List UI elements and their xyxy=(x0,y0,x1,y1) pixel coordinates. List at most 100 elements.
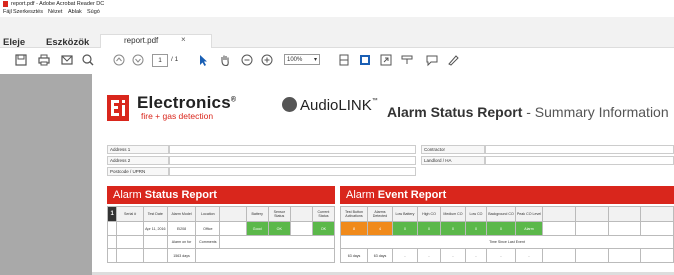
cell-event-days: - xyxy=(486,248,516,263)
cell-event-days: - xyxy=(392,248,418,263)
col-header: Serial # xyxy=(116,206,144,222)
toolbar xyxy=(0,48,674,75)
cell-event-value: 0 xyxy=(486,221,516,236)
zoom-value: 100% xyxy=(287,57,303,63)
select-cursor-icon[interactable] xyxy=(196,53,210,67)
page-down-icon[interactable] xyxy=(131,53,145,67)
audiolink-icon xyxy=(282,97,297,112)
cell-alarm-on-for: Alarm on for xyxy=(166,235,197,249)
col-header: Location xyxy=(195,206,221,222)
info-value-contractor xyxy=(485,145,674,154)
title-bar: report.pdf - Adobe Acrobat Reader DC xyxy=(0,0,674,8)
menu-bar: Fájl Szerkesztés Nézet Ablak Súgó xyxy=(0,8,674,17)
col-header: Low CO xyxy=(465,206,487,222)
cell-battery: Good xyxy=(245,221,269,236)
chevron-down-icon: ▾ xyxy=(313,57,317,63)
cell-event-days: - xyxy=(515,248,543,263)
cell-event-value: 8 xyxy=(340,221,368,236)
hand-tool-icon[interactable] xyxy=(218,53,232,67)
info-label-address1: Address 1 xyxy=(107,145,169,154)
info-label-address2: Address 2 xyxy=(107,156,169,165)
tab-close-icon[interactable]: × xyxy=(181,35,186,44)
cell-event-days: 63 days xyxy=(340,248,368,263)
col-header: Test Button Activations xyxy=(340,206,368,222)
cell-event-days: - xyxy=(440,248,466,263)
alarm-event-table: Test Button Activations Alarms Detected … xyxy=(340,206,674,263)
col-header: Current Status xyxy=(311,206,336,222)
col-header: Sensor Status xyxy=(267,206,291,222)
acrobat-app-icon xyxy=(3,1,8,7)
print-icon[interactable] xyxy=(37,53,51,67)
table-row: 1563 days xyxy=(106,248,335,263)
brand-tagline: fire + gas detection xyxy=(141,111,214,121)
info-label-contractor: Contractor xyxy=(421,145,485,154)
col-header: Medium CO xyxy=(440,206,466,222)
table-header-row: 1 Serial # Test Date Alarm Model Locatio… xyxy=(106,206,336,222)
info-label-landlord: Landlord / HA xyxy=(421,156,485,165)
menu-edit[interactable]: Szerkesztés xyxy=(13,8,43,17)
tab-tools[interactable]: Eszközök xyxy=(46,37,89,48)
menu-file[interactable]: Fájl xyxy=(3,8,12,17)
comment-icon[interactable] xyxy=(425,53,439,67)
cell-location: Office xyxy=(195,221,221,236)
cell-event-value: 0 xyxy=(392,221,418,236)
cell-event-value: 0 xyxy=(440,221,466,236)
info-value-landlord xyxy=(485,156,674,165)
cell-test-date: Apr 11, 2016 xyxy=(142,221,168,236)
table-row: 8 4 0 0 0 0 0 Alarm xyxy=(340,221,674,236)
page-number-input[interactable]: 1 xyxy=(152,54,168,67)
col-header: Test Date xyxy=(142,206,168,222)
tab-document-label: report.pdf xyxy=(124,36,159,45)
table-row: Time Since Last Event xyxy=(340,235,674,249)
menu-window[interactable]: Ablak xyxy=(68,8,82,17)
cell-comments: Comments xyxy=(195,235,221,249)
search-icon[interactable] xyxy=(81,53,95,67)
tab-document[interactable]: report.pdf × xyxy=(100,34,212,48)
cell-days: 1563 days xyxy=(166,248,197,263)
alarm-status-table: 1 Serial # Test Date Alarm Model Locatio… xyxy=(106,206,336,263)
cell-event-value: Alarm xyxy=(515,221,543,236)
col-header: Low Battery xyxy=(392,206,418,222)
fullscreen-icon[interactable] xyxy=(379,53,393,67)
menu-help[interactable]: Súgó xyxy=(87,8,100,17)
col-header: Background CO xyxy=(486,206,516,222)
cell-event-days: - xyxy=(465,248,487,263)
cell-time-since: Time Since Last Event xyxy=(340,235,674,249)
stamp-icon[interactable] xyxy=(400,53,414,67)
cell-event-value: 0 xyxy=(417,221,441,236)
info-value-address1 xyxy=(169,145,416,154)
table-row: 63 days 63 days - - - - - - xyxy=(340,248,674,263)
zoom-out-icon[interactable] xyxy=(240,53,254,67)
page-count: / 1 xyxy=(171,56,179,63)
table-header-row: Test Button Activations Alarms Detected … xyxy=(340,206,674,222)
fit-page-icon[interactable] xyxy=(337,53,351,67)
page-up-icon[interactable] xyxy=(112,53,126,67)
cell-sensor: OK xyxy=(267,221,291,236)
col-header: Battery xyxy=(245,206,269,222)
info-value-postcode xyxy=(169,167,416,176)
alarm-event-report-header: Alarm Event Report xyxy=(340,186,674,204)
zoom-select[interactable]: 100% ▾ xyxy=(284,54,320,65)
brand-name: Electronics® xyxy=(137,93,237,112)
email-icon[interactable] xyxy=(60,53,74,67)
tab-bar: Eleje Eszközök report.pdf × xyxy=(0,17,674,48)
row-number: 1 xyxy=(106,206,118,222)
cell-event-days: 63 days xyxy=(367,248,393,263)
audiolink-logo: AudioLINK™ xyxy=(282,97,378,114)
window-title: report.pdf - Adobe Acrobat Reader DC xyxy=(11,1,105,7)
menu-view[interactable]: Nézet xyxy=(48,8,62,17)
table-row: Apr 11, 2016 Ei208 Office Good OK OK xyxy=(106,221,336,236)
col-header: Alarms Detected xyxy=(367,206,393,222)
alarm-status-report-header: Alarm Status Report xyxy=(107,186,335,204)
cell-current: OK xyxy=(311,221,336,236)
col-header: Alarm Model xyxy=(166,206,197,222)
zoom-in-icon[interactable] xyxy=(260,53,274,67)
info-label-postcode: Postcode / UPRN xyxy=(107,167,169,176)
scroll-mode-icon[interactable] xyxy=(358,53,372,67)
table-row: Alarm on for Comments xyxy=(106,235,335,249)
col-header: Peak CO Level xyxy=(515,206,543,222)
tab-home[interactable]: Eleje xyxy=(3,37,25,48)
pen-icon[interactable] xyxy=(446,53,460,67)
save-icon[interactable] xyxy=(14,53,28,67)
report-title: Alarm Status Report - Summary Informatio… xyxy=(387,104,669,120)
